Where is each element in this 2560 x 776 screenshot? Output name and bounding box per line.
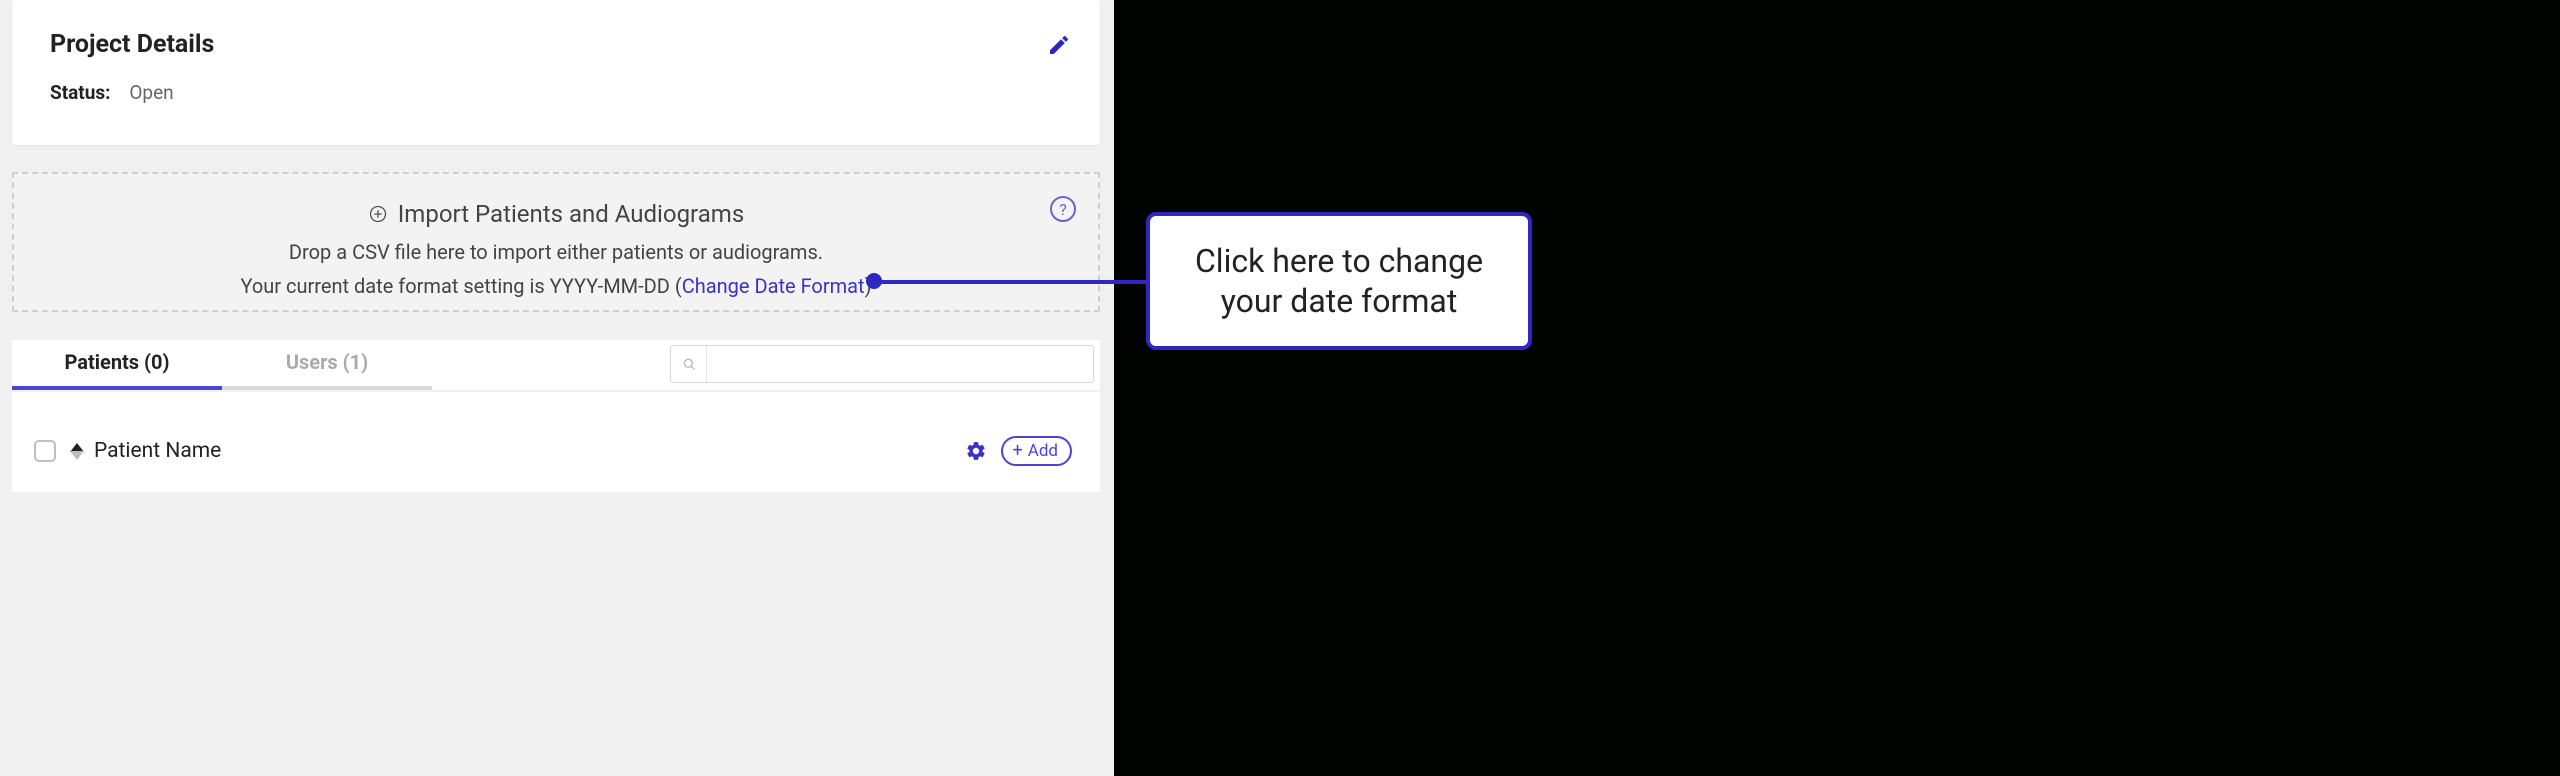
table-header-actions: + Add [965, 434, 1072, 468]
tab-patients[interactable]: Patients (0) [12, 350, 222, 390]
callout-tooltip: Click here to change your date format [1146, 212, 1532, 350]
column-patient-name: Patient Name [94, 439, 221, 463]
import-dropzone[interactable]: Import Patients and Audiograms Drop a CS… [12, 172, 1100, 312]
table-header-row: Patient Name + Add [34, 434, 1078, 468]
dateformat-prefix: Your current date format setting is YYYY… [240, 274, 681, 298]
patients-table-area: Patient Name + Add [12, 392, 1100, 492]
search-icon [671, 346, 707, 382]
gear-icon [965, 447, 987, 466]
project-status-row: Status: Open [50, 81, 1062, 104]
dropzone-dateformat-line: Your current date format setting is YYYY… [14, 274, 1098, 298]
change-date-format-link[interactable]: Change Date Format [682, 274, 865, 298]
dropzone-heading: Import Patients and Audiograms [398, 200, 744, 228]
dropzone-title-row: Import Patients and Audiograms [14, 200, 1098, 228]
callout-text: Click here to change your date format [1174, 241, 1504, 321]
plus-circle-icon [368, 204, 388, 224]
tab-users[interactable]: Users (1) [222, 350, 432, 390]
status-value: Open [129, 81, 173, 104]
sort-toggle[interactable] [70, 443, 84, 460]
tabs: Patients (0) Users (1) [12, 340, 432, 390]
project-details-title: Project Details [50, 30, 1062, 59]
table-settings-button[interactable] [965, 440, 987, 462]
dateformat-suffix: ) [865, 274, 872, 298]
edit-project-button[interactable] [1044, 32, 1074, 62]
add-patient-button[interactable]: + Add [1001, 436, 1072, 466]
dropzone-help-button[interactable]: ? [1050, 196, 1076, 222]
search-box [670, 345, 1094, 383]
annotation-backdrop [1114, 0, 2560, 776]
question-icon: ? [1059, 200, 1067, 219]
project-details-card: Project Details Status: Open [12, 0, 1100, 145]
plus-icon: + [1013, 442, 1023, 460]
search-input[interactable] [707, 346, 1093, 382]
app-pane: Project Details Status: Open Import Pati… [0, 0, 1114, 776]
select-all-checkbox[interactable] [34, 440, 56, 462]
add-button-label: Add [1028, 441, 1058, 461]
dropzone-subtext: Drop a CSV file here to import either pa… [14, 240, 1098, 264]
status-label: Status: [50, 81, 110, 104]
pencil-icon [1047, 33, 1071, 61]
